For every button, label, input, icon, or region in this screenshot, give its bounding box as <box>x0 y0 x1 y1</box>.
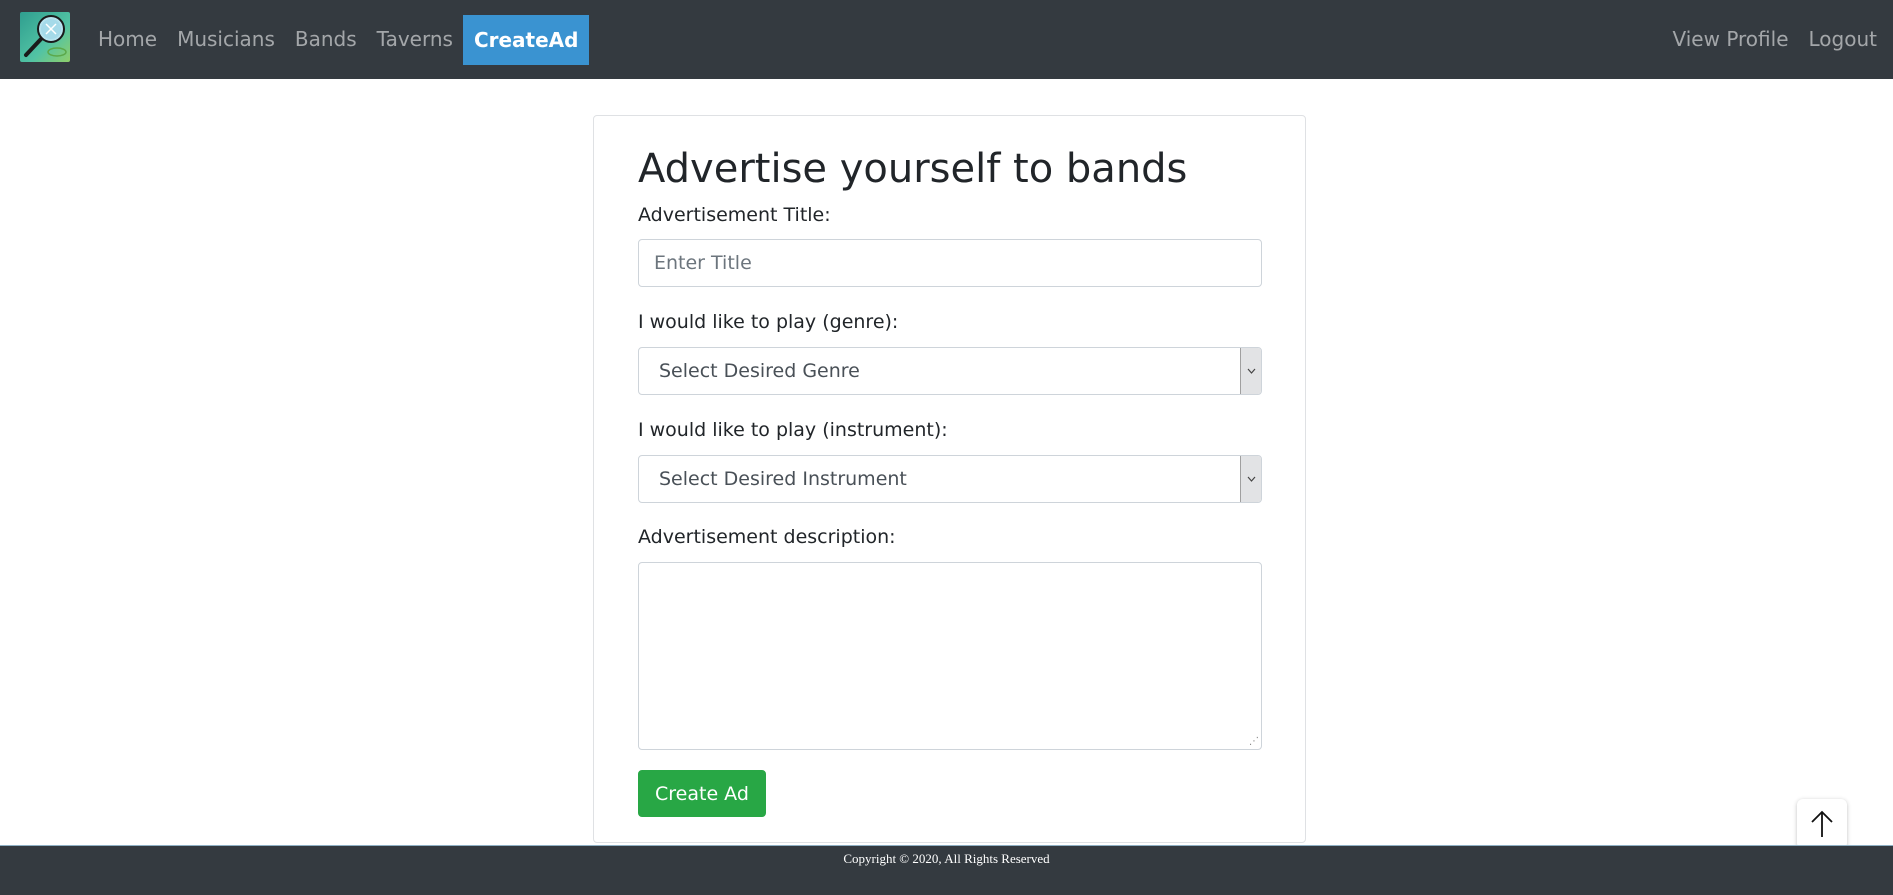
footer: Copyright © 2020, All Rights Reserved <box>0 845 1893 895</box>
instrument-label: I would like to play (instrument): <box>638 419 948 441</box>
instrument-select-value: Select Desired Instrument <box>659 468 907 490</box>
create-ad-button[interactable]: Create Ad <box>638 770 766 817</box>
nav-link-createad[interactable]: CreateAd <box>462 14 590 65</box>
magnifier-logo-icon[interactable] <box>20 12 70 62</box>
nav-links: Home Musicians Bands Taverns CreateAd <box>88 0 590 79</box>
arrow-up-icon <box>1811 810 1833 837</box>
title-label: Advertisement Title: <box>638 204 831 226</box>
title-input[interactable] <box>638 239 1262 287</box>
description-label: Advertisement description: <box>638 526 896 548</box>
nav-link-taverns[interactable]: Taverns <box>367 0 463 79</box>
nav-link-logout[interactable]: Logout <box>1799 0 1887 79</box>
top-navbar: Home Musicians Bands Taverns CreateAd Vi… <box>0 0 1893 79</box>
nav-link-view-profile[interactable]: View Profile <box>1663 0 1799 79</box>
instrument-select[interactable]: Select Desired Instrument <box>638 455 1262 503</box>
chevron-down-icon <box>1240 456 1261 502</box>
copyright-text: Copyright © 2020, All Rights Reserved <box>843 851 1050 866</box>
nav-link-musicians[interactable]: Musicians <box>167 0 285 79</box>
chevron-down-icon <box>1240 348 1261 394</box>
resize-grip-icon[interactable]: ⋰ <box>1249 737 1259 747</box>
description-textarea[interactable]: ⋰ <box>638 562 1262 750</box>
nav-link-bands[interactable]: Bands <box>285 0 367 79</box>
nav-right: View Profile Logout <box>1663 0 1893 79</box>
genre-select[interactable]: Select Desired Genre <box>638 347 1262 395</box>
page-title: Advertise yourself to bands <box>638 146 1188 192</box>
nav-link-home[interactable]: Home <box>88 0 167 79</box>
scroll-to-top-button[interactable] <box>1797 799 1847 849</box>
genre-select-value: Select Desired Genre <box>659 360 860 382</box>
create-ad-card: Advertise yourself to bands Advertisemen… <box>593 115 1306 843</box>
genre-label: I would like to play (genre): <box>638 311 899 333</box>
